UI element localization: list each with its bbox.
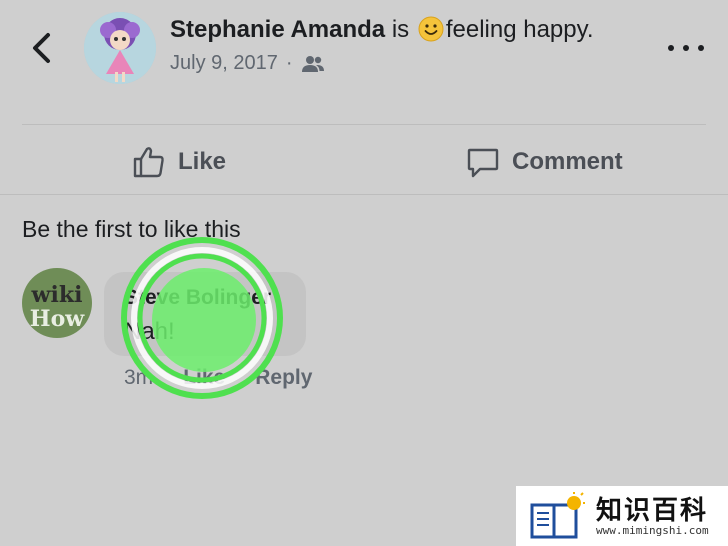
comment-button[interactable]: Comment <box>466 140 623 184</box>
post-date[interactable]: July 9, 2017 <box>170 52 278 75</box>
post-meta: July 9, 2017 · <box>170 52 325 75</box>
thumbs-up-icon <box>133 147 164 178</box>
more-dot-icon <box>683 45 689 51</box>
author-avatar[interactable] <box>84 12 156 84</box>
comment-like-button[interactable]: Like <box>183 366 225 390</box>
post-title: Stephanie Amanda is feeling happy. <box>170 16 594 44</box>
watermark-chinese: 知识百科 <box>596 494 709 525</box>
post-author-name[interactable]: Stephanie Amanda <box>170 16 385 43</box>
comment-timestamp: 3m <box>124 366 154 389</box>
smiley-icon <box>418 16 444 42</box>
more-options-button[interactable] <box>668 34 704 62</box>
comment-author[interactable]: Steve Bolinger <box>124 286 271 310</box>
like-button[interactable]: Like <box>132 140 226 184</box>
doll-avatar-image <box>84 12 156 84</box>
watermark-text: 知识百科 www.mimingshi.com <box>596 496 709 537</box>
avatar-text-bottom: How <box>29 306 85 332</box>
watermark: 知识百科 www.mimingshi.com <box>516 486 728 546</box>
avatar-text-top: wiki <box>31 282 83 308</box>
post-verb: is <box>391 16 410 43</box>
comment-actions: 3m Like Reply <box>124 366 312 390</box>
chevron-left-icon <box>33 33 50 63</box>
divider <box>0 194 728 195</box>
more-dot-icon <box>698 45 704 51</box>
commenter-avatar[interactable]: wiki How <box>22 268 92 338</box>
back-button[interactable] <box>26 26 56 70</box>
comment-label: Comment <box>512 148 623 175</box>
book-lightbulb-icon <box>530 492 585 539</box>
comment-text: Nah! <box>124 318 175 345</box>
divider <box>22 124 706 125</box>
friends-icon[interactable] <box>301 55 325 73</box>
post-header: Stephanie Amanda is feeling happy. July … <box>0 0 728 118</box>
comment-bubble-icon <box>467 148 499 178</box>
more-dot-icon <box>668 45 674 51</box>
meta-separator: · <box>285 52 293 74</box>
watermark-url: www.mimingshi.com <box>596 523 709 537</box>
likes-summary: Be the first to like this <box>22 216 241 242</box>
post-feeling: feeling happy. <box>445 16 594 43</box>
like-label: Like <box>178 148 227 175</box>
comment-reply-button[interactable]: Reply <box>255 366 312 390</box>
